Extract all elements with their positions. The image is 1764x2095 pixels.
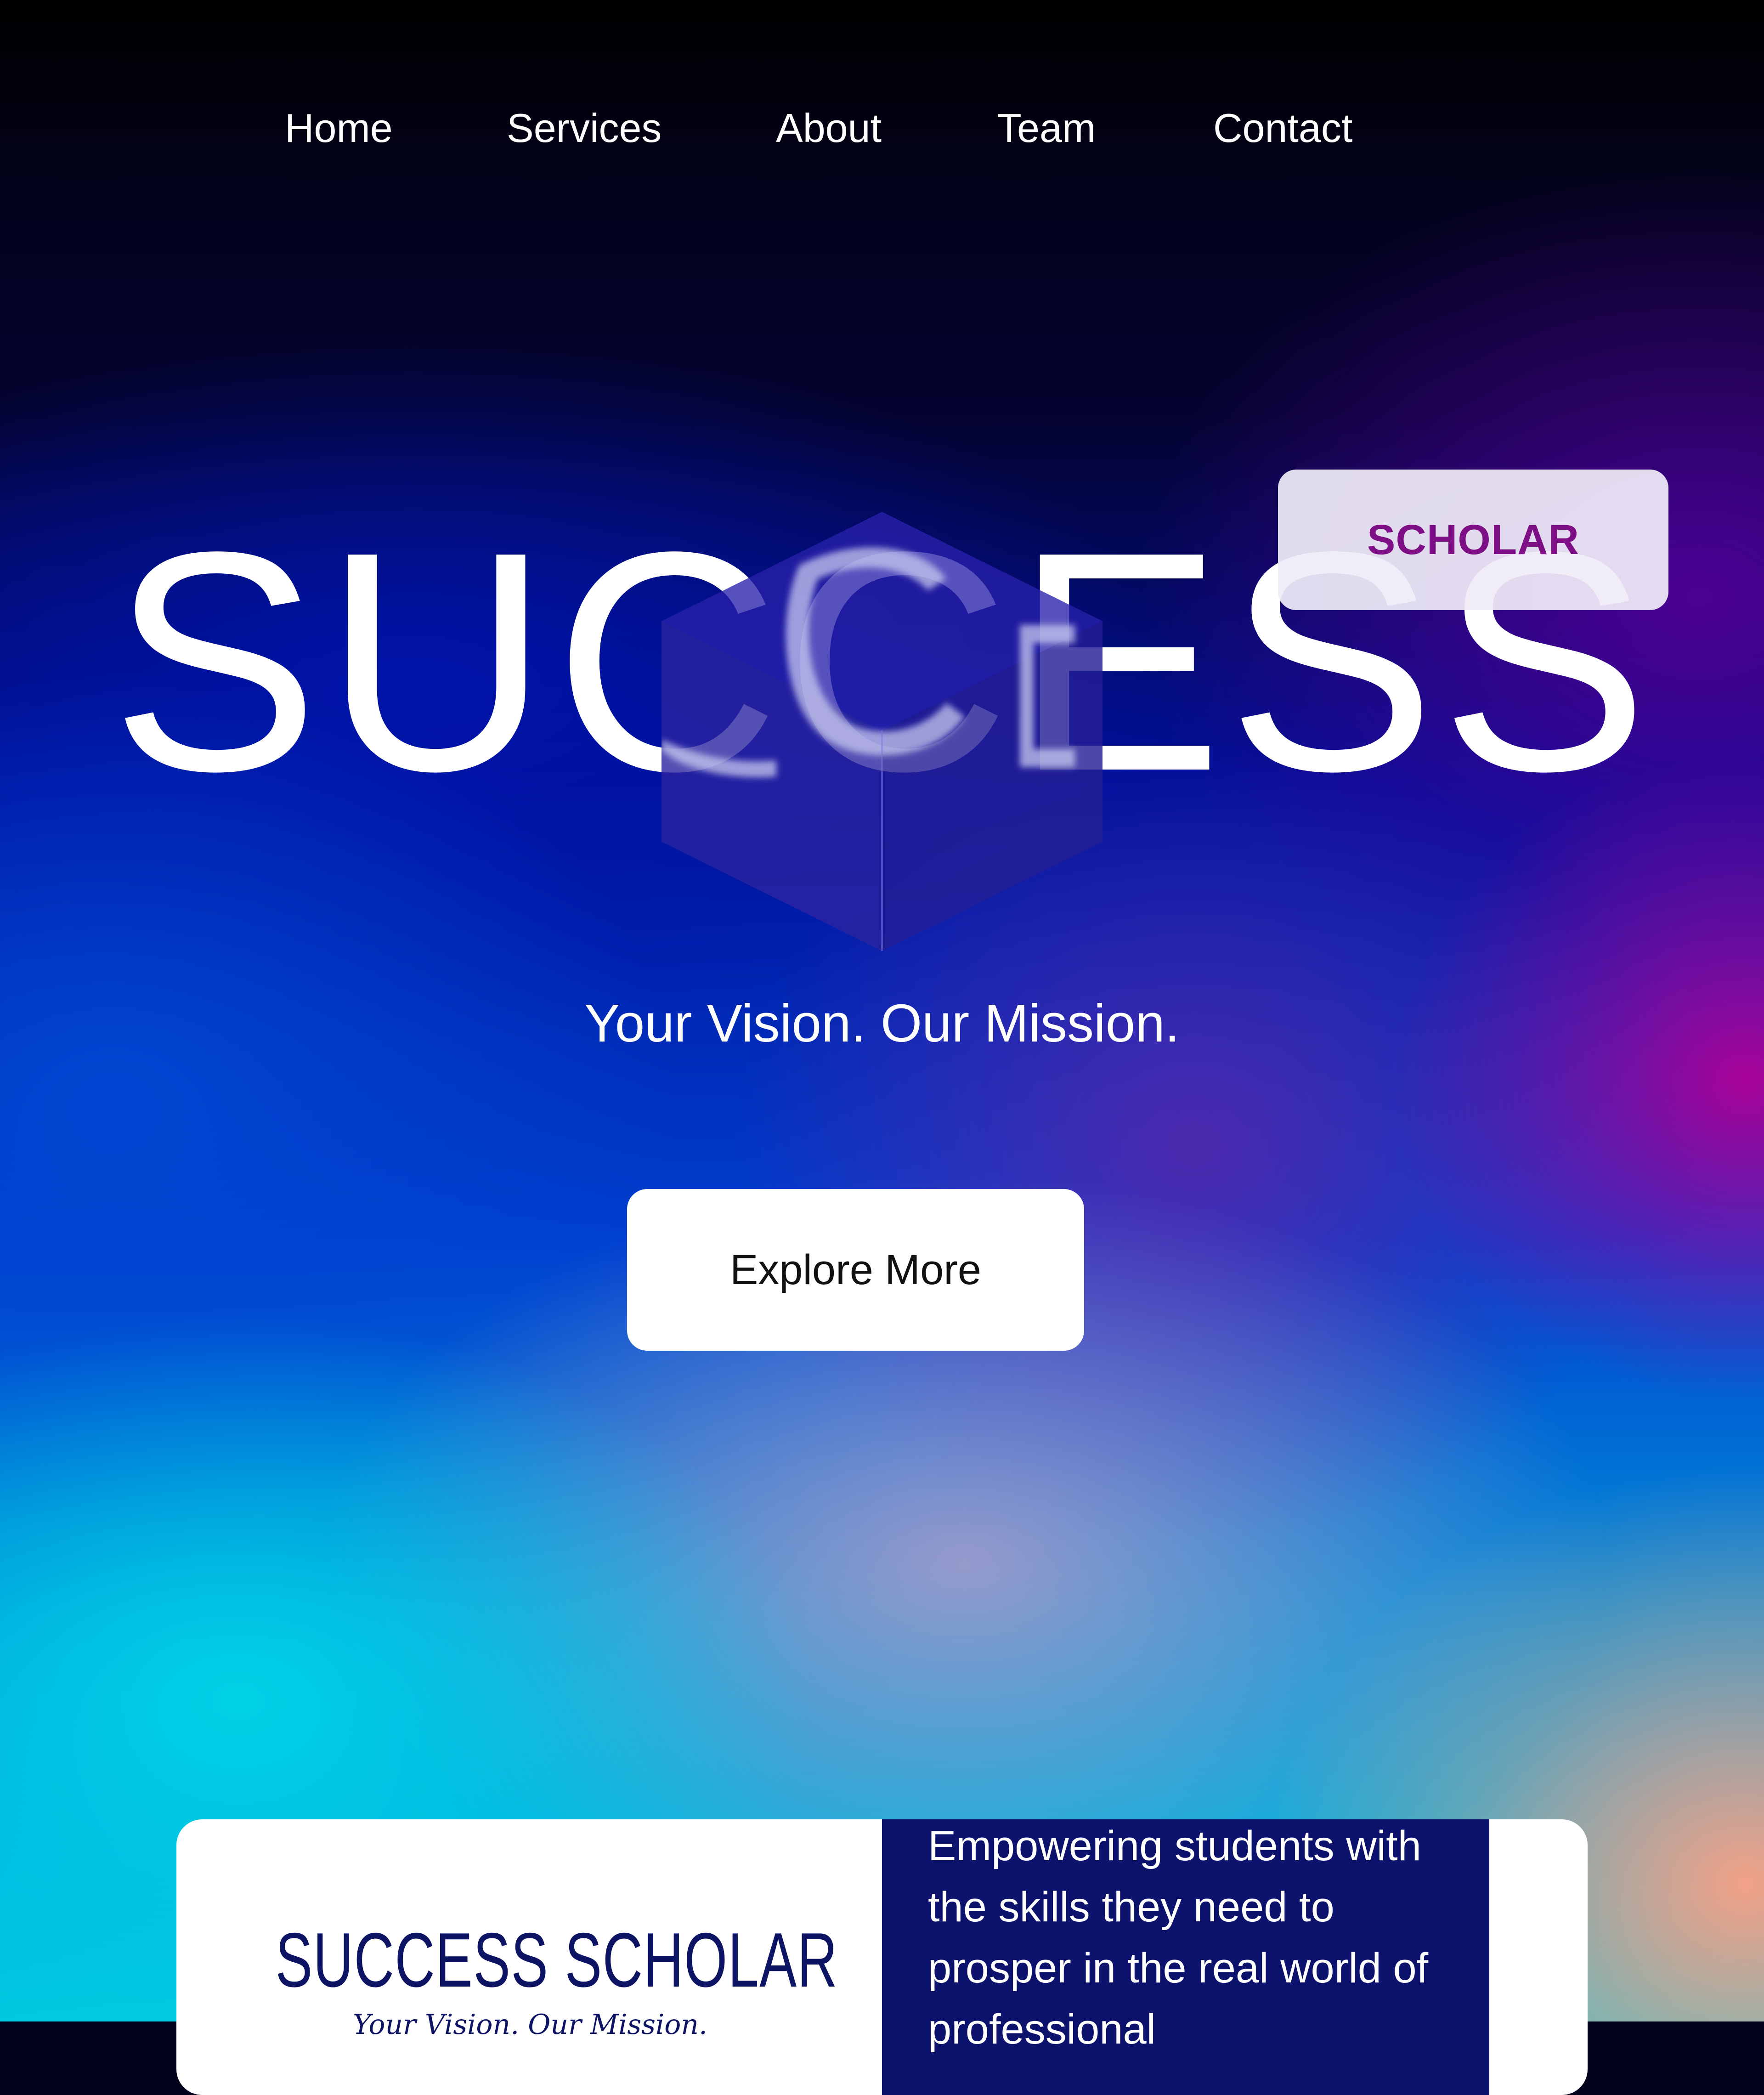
nav-team[interactable]: Team	[997, 105, 1096, 152]
nav-home[interactable]: Home	[285, 105, 393, 152]
logo-tagline: Your Vision. Our Mission.	[352, 2009, 708, 2041]
nav-about[interactable]: About	[776, 105, 882, 152]
scholar-badge: SCHOLAR	[1278, 470, 1668, 610]
explore-more-button[interactable]: Explore More	[627, 1189, 1084, 1351]
nav-contact[interactable]: Contact	[1213, 105, 1352, 152]
logo-wordmark: SUCCESS SCHOLAR	[275, 1917, 838, 2003]
intro-card: SUCCESS SCHOLAR Your Vision. Our Mission…	[176, 1819, 1588, 2095]
glass-cube-graphic	[662, 512, 1102, 951]
logo-panel: SUCCESS SCHOLAR Your Vision. Our Mission…	[176, 1819, 882, 2095]
scholar-badge-label: SCHOLAR	[1367, 516, 1579, 563]
nav-services[interactable]: Services	[507, 105, 662, 152]
description-panel: Empowering students with the skills they…	[882, 1819, 1489, 2095]
description-text: Empowering students with the skills they…	[928, 1823, 1429, 2053]
hero-tagline: Your Vision. Our Mission.	[584, 993, 1180, 1053]
